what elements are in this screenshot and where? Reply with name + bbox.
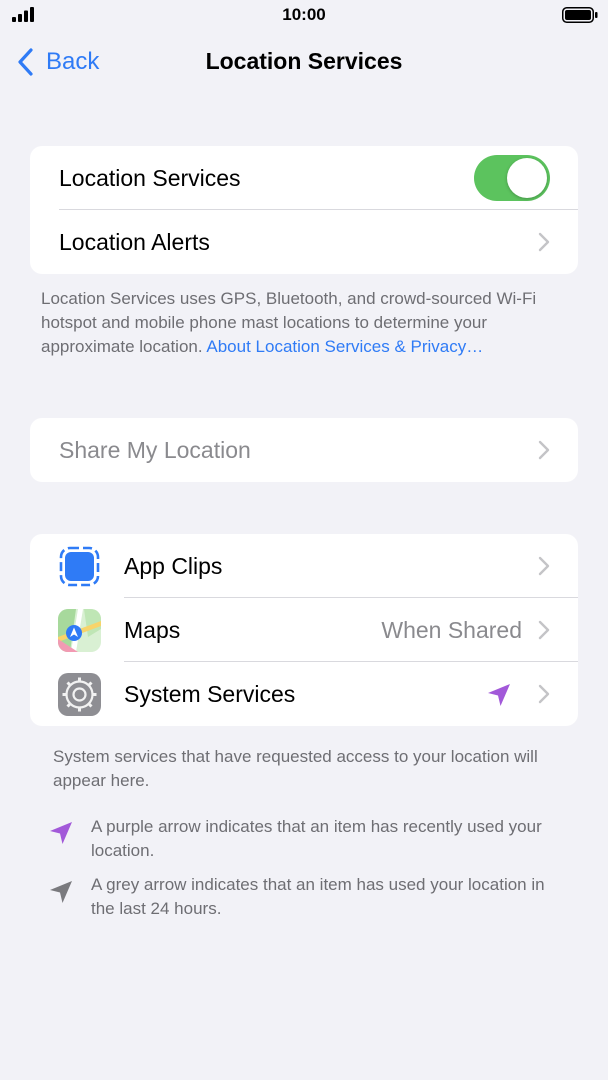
chevron-right-icon [538,620,550,640]
gear-icon [58,673,101,716]
location-arrow-purple-icon [50,822,72,844]
share-my-location-label: Share My Location [59,436,251,463]
app-clips-row[interactable]: App Clips [30,534,578,598]
maps-permission-value: When Shared [381,616,522,643]
location-settings-group: Location Services Location Alerts [30,146,578,274]
status-time: 10:00 [282,5,326,24]
apps-group: App Clips Maps When Shared System Servic… [30,534,578,726]
location-services-toggle[interactable] [474,155,550,201]
chevron-right-icon [538,232,550,252]
grey-arrow-note: A grey arrow indicates that an item has … [91,875,545,918]
location-arrow-grey-icon [50,881,72,903]
about-privacy-link[interactable]: About Location Services & Privacy… [206,337,483,356]
status-bar: 10:00 [0,0,608,30]
share-location-group: Share My Location [30,418,578,482]
chevron-right-icon [538,684,550,704]
system-services-row[interactable]: System Services [30,662,578,726]
system-services-label: System Services [124,680,296,707]
system-services-note: System services that have requested acce… [53,747,538,790]
page-title: Location Services [205,48,403,74]
app-clips-icon [58,545,101,588]
app-clips-label: App Clips [124,552,223,579]
purple-arrow-note: A purple arrow indicates that an item ha… [91,817,542,860]
battery-icon [562,7,598,23]
maps-row[interactable]: Maps When Shared [30,598,578,662]
location-services-label: Location Services [59,164,241,191]
chevron-right-icon [538,556,550,576]
maps-icon [58,609,101,652]
location-services-row: Location Services [30,146,578,210]
navigation-bar: Back Location Services [0,38,608,86]
location-alerts-label: Location Alerts [59,228,210,255]
maps-label: Maps [124,616,181,643]
chevron-right-icon [538,440,550,460]
location-services-info: Location Services uses GPS, Bluetooth, a… [41,287,571,359]
location-alerts-row[interactable]: Location Alerts [30,210,578,274]
location-arrow-purple-icon [488,684,510,706]
share-my-location-row[interactable]: Share My Location [30,418,578,482]
toggle-knob [507,158,547,198]
